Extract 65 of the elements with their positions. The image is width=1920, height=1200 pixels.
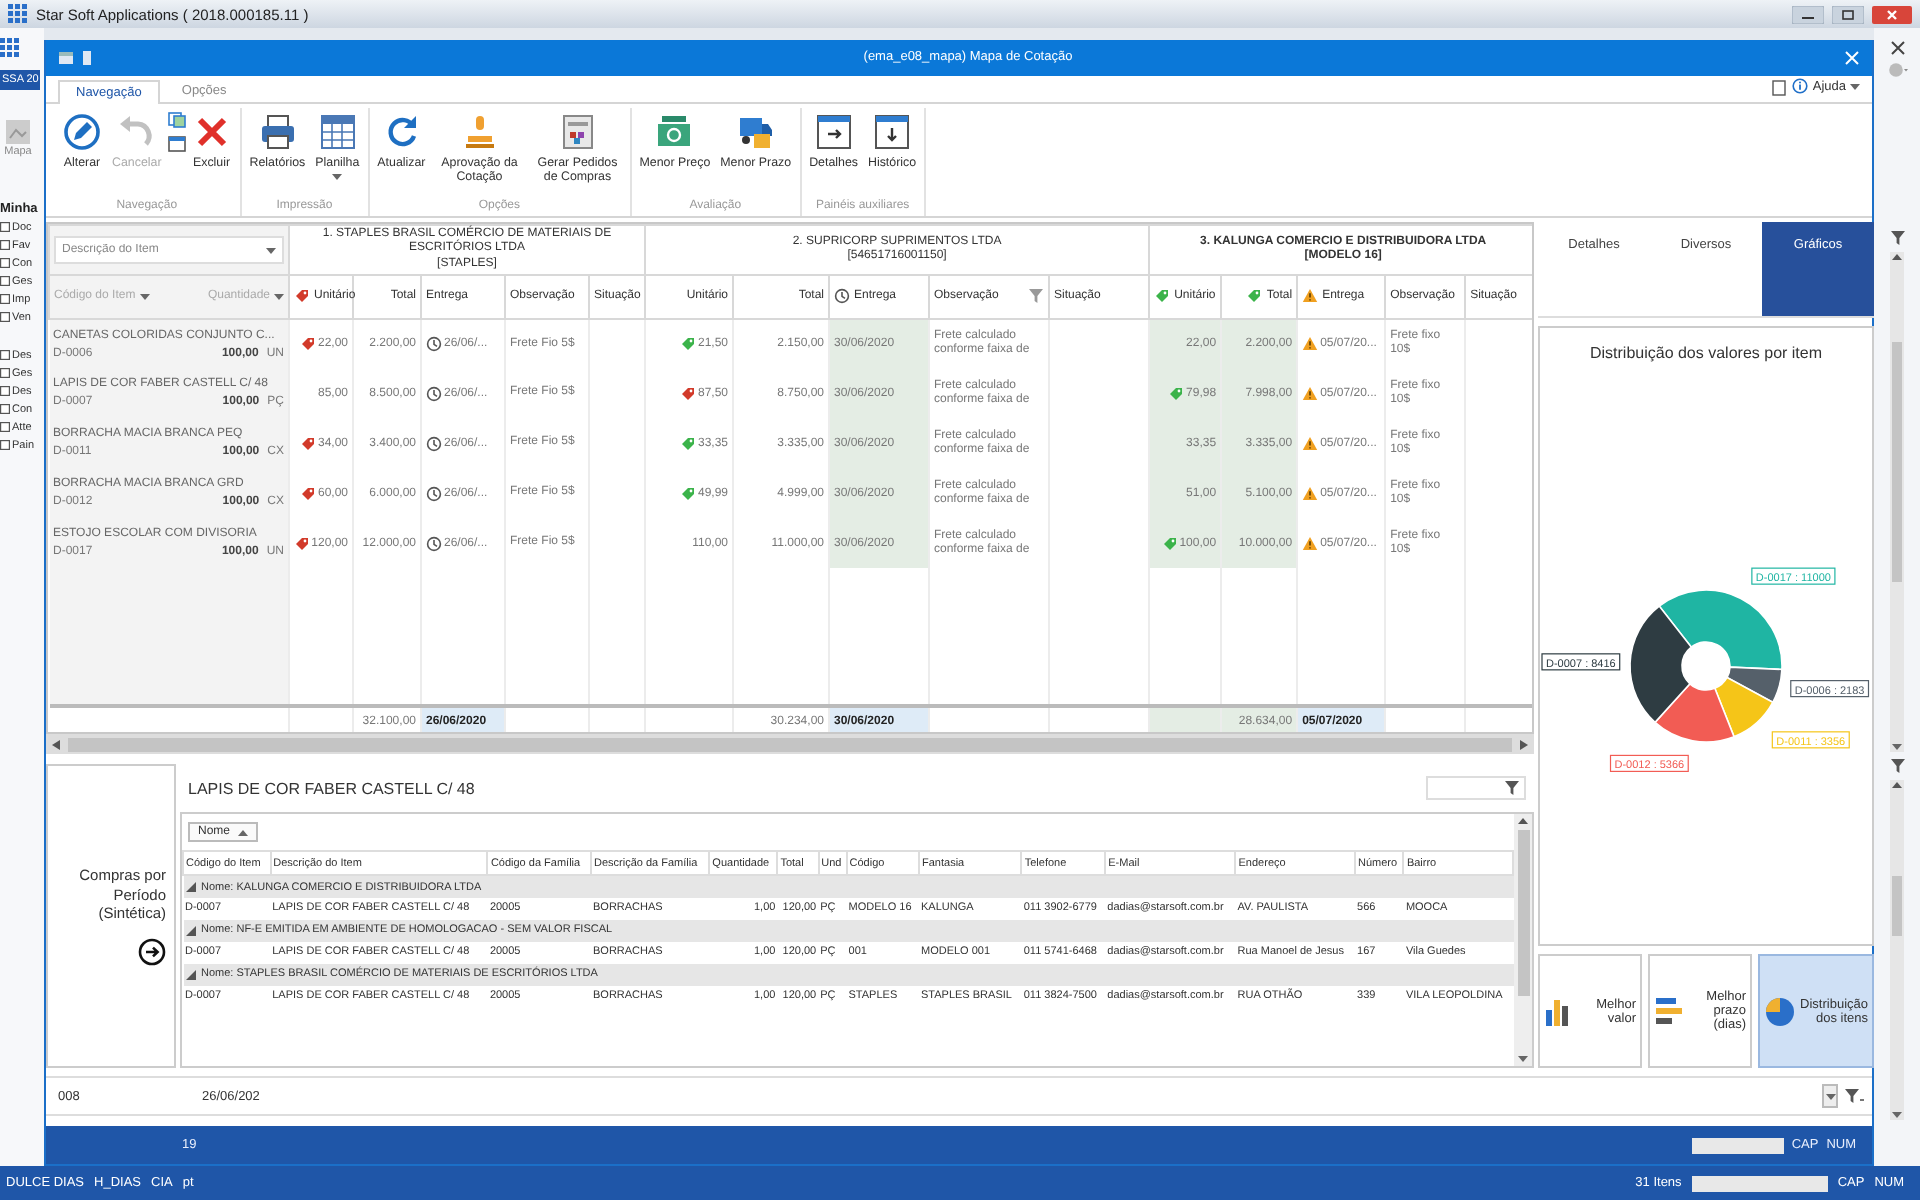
caret-icon: [139, 293, 150, 300]
document-icon: [557, 111, 598, 152]
scrollbar-thumb[interactable]: [1517, 830, 1529, 997]
scroll-left-icon[interactable]: [52, 739, 60, 750]
scroll-right-icon[interactable]: [1520, 739, 1528, 750]
dropdown-button[interactable]: [1822, 1084, 1838, 1109]
expand-icon[interactable]: [185, 925, 195, 936]
help-icon: [1792, 78, 1809, 95]
scroll-down-icon: [1892, 743, 1902, 750]
printer-icon: [257, 111, 298, 152]
caret-icon: [274, 293, 284, 300]
minimize-button[interactable]: [1792, 5, 1824, 23]
expand-icon[interactable]: [185, 882, 195, 893]
clock-icon: [834, 288, 850, 305]
caret-icon: [266, 247, 276, 254]
filter-icon[interactable]: [1889, 230, 1905, 246]
calendar-icon[interactable]: [167, 135, 186, 152]
scrollbar-thumb[interactable]: [1892, 876, 1902, 936]
money-icon: [654, 111, 695, 152]
horizontal-scrollbar[interactable]: [46, 734, 1534, 755]
scroll-up-icon: [1518, 818, 1528, 825]
scrollbar-thumb[interactable]: [1892, 341, 1902, 582]
app-logo-icon[interactable]: [0, 38, 20, 58]
app-logo-icon: [8, 4, 28, 24]
scroll-down-icon: [1518, 1056, 1528, 1063]
tag-icon: [1154, 288, 1171, 305]
pencil-circle-icon: [62, 111, 102, 152]
scroll-up-icon: [1892, 254, 1902, 260]
status-field: [1691, 1175, 1828, 1191]
pie-chart-icon: [1764, 994, 1795, 1029]
filter-icon: [1504, 780, 1520, 797]
caret-icon: [238, 829, 249, 836]
vertical-scrollbar[interactable]: [1890, 252, 1904, 752]
window-icon: [58, 49, 74, 66]
panel-icon: [813, 111, 854, 152]
close-button[interactable]: [1872, 5, 1912, 23]
filter-icon[interactable]: [1844, 1088, 1864, 1105]
scrollbar-thumb[interactable]: [68, 737, 1512, 752]
chart-title: Distribuição dos valores por item: [1589, 344, 1823, 363]
bar-list-icon: [1654, 994, 1685, 1029]
caret-icon: [332, 173, 343, 180]
copy-icon[interactable]: [167, 111, 186, 128]
tag-icon: [294, 288, 310, 305]
panel-icon: [872, 111, 913, 152]
vertical-scrollbar[interactable]: [1514, 814, 1532, 1067]
vertical-scrollbar[interactable]: [1890, 780, 1904, 1120]
tag-icon: [1246, 288, 1263, 305]
status-field: [1691, 1137, 1784, 1154]
caret-icon: [1825, 1093, 1835, 1100]
map-icon: [4, 118, 32, 146]
bar-chart-icon: [1544, 994, 1574, 1029]
save-icon[interactable]: [82, 49, 92, 66]
spreadsheet-icon: [317, 111, 358, 152]
window-icon[interactable]: [1772, 80, 1787, 97]
detail-title: LAPIS DE COR FABER CASTELL C/ 48: [188, 779, 475, 798]
filter-icon[interactable]: [1889, 758, 1905, 774]
expand-icon[interactable]: [185, 969, 195, 980]
scroll-up-icon: [1892, 782, 1902, 788]
filter-field[interactable]: [1426, 776, 1526, 801]
arrow-circle-icon[interactable]: [138, 938, 166, 967]
restore-button[interactable]: [1832, 5, 1864, 23]
caret-icon: [1850, 83, 1860, 90]
warning-icon: [1302, 288, 1319, 305]
close-icon[interactable]: [1889, 40, 1905, 56]
scroll-down-icon: [1892, 1112, 1902, 1118]
